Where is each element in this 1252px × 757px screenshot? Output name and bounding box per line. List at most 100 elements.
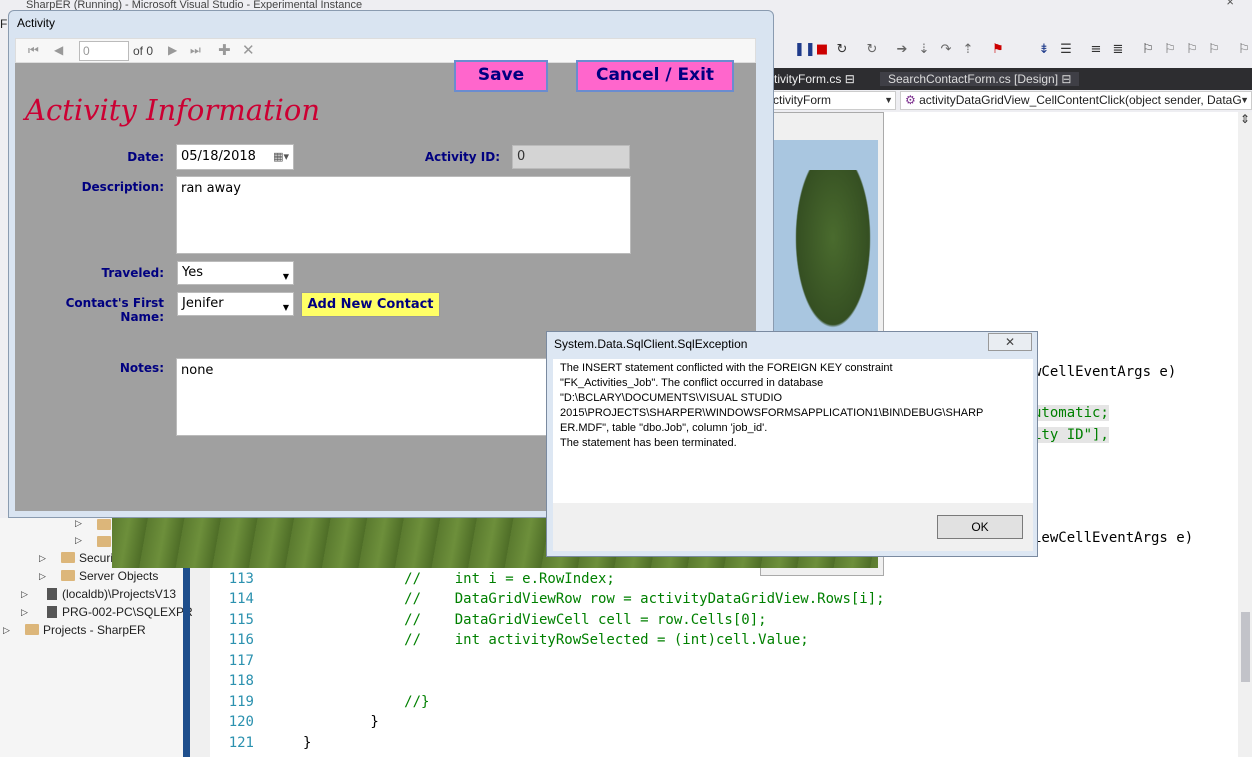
- line-number: 120: [228, 714, 254, 730]
- step-over-icon[interactable]: ⇣: [916, 42, 932, 58]
- expand-icon[interactable]: ▷: [75, 518, 82, 529]
- tree-item-server-objects[interactable]: Server Objects: [61, 569, 158, 583]
- description-label: Description:: [81, 180, 164, 194]
- dialog-title: System.Data.SqlClient.SqlException: [554, 337, 748, 351]
- expand-icon[interactable]: ▷: [3, 625, 10, 636]
- expand-icon[interactable]: ▷: [21, 589, 28, 600]
- contact-value: Jenifer: [182, 296, 224, 311]
- toolbar-overflow-icon[interactable]: ⚐: [1236, 42, 1252, 58]
- class-dropdown[interactable]: ActivityForm ▼: [760, 91, 896, 110]
- tree-image: [790, 170, 876, 340]
- tree-label: (localdb)\ProjectsV13: [62, 587, 177, 601]
- vs-debug-toolbar: ❚❚ ■ ↻ ↻ ➔ ⇣ ↷ ⇡ ⚑ ⇟ ☰ ≡ ≣ ⚐ ⚐ ⚐ ⚐ ⚐: [760, 38, 1252, 64]
- traveled-dropdown[interactable]: Yes ▼: [177, 261, 294, 285]
- step-out-icon[interactable]: ↷: [938, 42, 954, 58]
- save-button[interactable]: Save: [454, 60, 548, 92]
- message-line: 2015\PROJECTS\SHARPER\WINDOWSFORMSAPPLIC…: [560, 407, 984, 419]
- expand-icon[interactable]: ▷: [39, 553, 46, 564]
- cancel-exit-button[interactable]: Cancel / Exit: [576, 60, 734, 92]
- database-icon: [47, 588, 57, 600]
- chevron-down-icon: ▼: [282, 303, 289, 312]
- date-value: 05/18/2018: [181, 149, 256, 164]
- callstack-icon[interactable]: ☰: [1058, 42, 1074, 58]
- clear-bookmarks-icon[interactable]: ⚐: [1206, 42, 1222, 58]
- move-previous-icon[interactable]: ◀: [54, 43, 63, 57]
- add-new-icon[interactable]: ✚: [218, 41, 231, 59]
- show-next-statement-icon[interactable]: ↻: [864, 42, 880, 58]
- folder-icon: [97, 519, 111, 530]
- message-line: The statement has been terminated.: [560, 437, 737, 449]
- folder-icon: [97, 536, 111, 547]
- position-input[interactable]: 0: [79, 41, 129, 61]
- line-number: 115: [228, 612, 254, 628]
- add-new-contact-button[interactable]: Add New Contact: [301, 292, 440, 317]
- line-number: 118: [228, 673, 254, 689]
- uncomment-icon[interactable]: ≣: [1110, 42, 1126, 58]
- pause-icon[interactable]: ❚❚: [794, 42, 816, 58]
- line-number: 119: [228, 694, 254, 710]
- member-dropdown[interactable]: ⚙ activityDataGridView_CellContentClick(…: [900, 91, 1252, 110]
- activity-window-title: Activity: [17, 16, 56, 30]
- thread-icon[interactable]: ⇟: [1036, 42, 1052, 58]
- tree-item-localdb[interactable]: (localdb)\ProjectsV13: [47, 587, 176, 601]
- tree-label: Server Objects: [79, 569, 159, 583]
- calendar-icon[interactable]: ▦▾: [273, 145, 289, 169]
- message-line: ER.MDF", table "dbo.Job", column 'job_id…: [560, 422, 768, 434]
- scrollbar-thumb[interactable]: [1241, 612, 1250, 682]
- breakpoints-icon[interactable]: ⚑: [990, 42, 1006, 58]
- expand-icon[interactable]: ▷: [39, 571, 46, 582]
- exception-dialog: System.Data.SqlClient.SqlException ✕ The…: [546, 331, 1038, 557]
- activity-id-field: 0: [512, 145, 630, 169]
- bookmark-icon[interactable]: ⚐: [1140, 42, 1156, 58]
- code-line: }: [303, 735, 312, 751]
- line-number: 114: [228, 591, 254, 607]
- ok-button[interactable]: OK: [937, 515, 1023, 539]
- code-line: // DataGridViewCell cell = row.Cells[0];: [303, 612, 767, 628]
- chevron-down-icon: ▼: [1240, 95, 1249, 105]
- tab-search-contact-design[interactable]: SearchContactForm.cs [Design] ⊟: [880, 72, 1080, 86]
- description-textarea[interactable]: ran away: [176, 176, 631, 254]
- expand-icon[interactable]: ▷: [21, 607, 28, 618]
- exception-message: The INSERT statement conflicted with the…: [560, 361, 1000, 451]
- dialog-close-icon[interactable]: ✕: [988, 333, 1032, 351]
- message-line: "FK_Activities_Job". The conflict occurr…: [560, 377, 824, 389]
- chevron-down-icon: ▼: [282, 272, 289, 281]
- form-heading: Activity Information: [25, 93, 321, 127]
- contact-dropdown[interactable]: Jenifer ▼: [177, 292, 294, 316]
- message-line: The INSERT statement conflicted with the…: [560, 362, 893, 374]
- split-icon[interactable]: ⇕: [1239, 112, 1251, 128]
- move-first-icon[interactable]: ⏮: [28, 43, 39, 58]
- delete-icon[interactable]: ✕: [242, 41, 255, 59]
- code-line: // int i = e.RowIndex;: [303, 571, 615, 587]
- tab-activity-form-cs[interactable]: ActivityForm.cs ⊟: [760, 72, 855, 86]
- step-into-icon[interactable]: ➔: [894, 42, 910, 58]
- step-up-icon[interactable]: ⇡: [960, 42, 976, 58]
- code-line: }: [303, 714, 379, 730]
- editor-scrollbar[interactable]: [1238, 112, 1252, 757]
- line-number: 117: [228, 653, 254, 669]
- method-icon: ⚙: [905, 93, 920, 107]
- code-fragment-4: iewCellEventArgs e): [1033, 530, 1194, 546]
- vs-document-tabs: ActivityForm.cs ⊟ SearchContactForm.cs […: [760, 68, 1252, 90]
- tab-label: SearchContactForm.cs [Design]: [888, 72, 1059, 86]
- tree-item-sqlexpress[interactable]: PRG-002-PC\SQLEXPR: [47, 605, 193, 619]
- line-number: 113: [228, 571, 254, 587]
- vs-close-icon[interactable]: ×: [1226, 0, 1234, 8]
- move-last-icon[interactable]: ⏭: [190, 43, 201, 58]
- tree-label: PRG-002-PC\SQLEXPR: [62, 605, 193, 619]
- comment-icon[interactable]: ≡: [1088, 42, 1104, 58]
- contact-first-name-label: Contact's First Name:: [65, 296, 164, 324]
- stop-icon[interactable]: ■: [814, 42, 830, 58]
- notes-textarea[interactable]: none: [176, 358, 556, 436]
- tree-item-projects[interactable]: Projects - SharpER: [25, 623, 146, 637]
- pin-icon[interactable]: ⊟: [845, 72, 855, 86]
- class-dropdown-value: ActivityForm: [765, 93, 831, 107]
- restart-icon[interactable]: ↻: [834, 42, 850, 58]
- move-next-icon[interactable]: ▶: [168, 43, 177, 57]
- notes-label: Notes:: [119, 361, 164, 375]
- next-bookmark-icon[interactable]: ⚐: [1184, 42, 1200, 58]
- prev-bookmark-icon[interactable]: ⚐: [1162, 42, 1178, 58]
- pin-icon[interactable]: ⊟: [1061, 72, 1071, 86]
- expand-icon[interactable]: ▷: [75, 535, 82, 546]
- date-picker[interactable]: 05/18/2018 ▦▾: [176, 144, 294, 170]
